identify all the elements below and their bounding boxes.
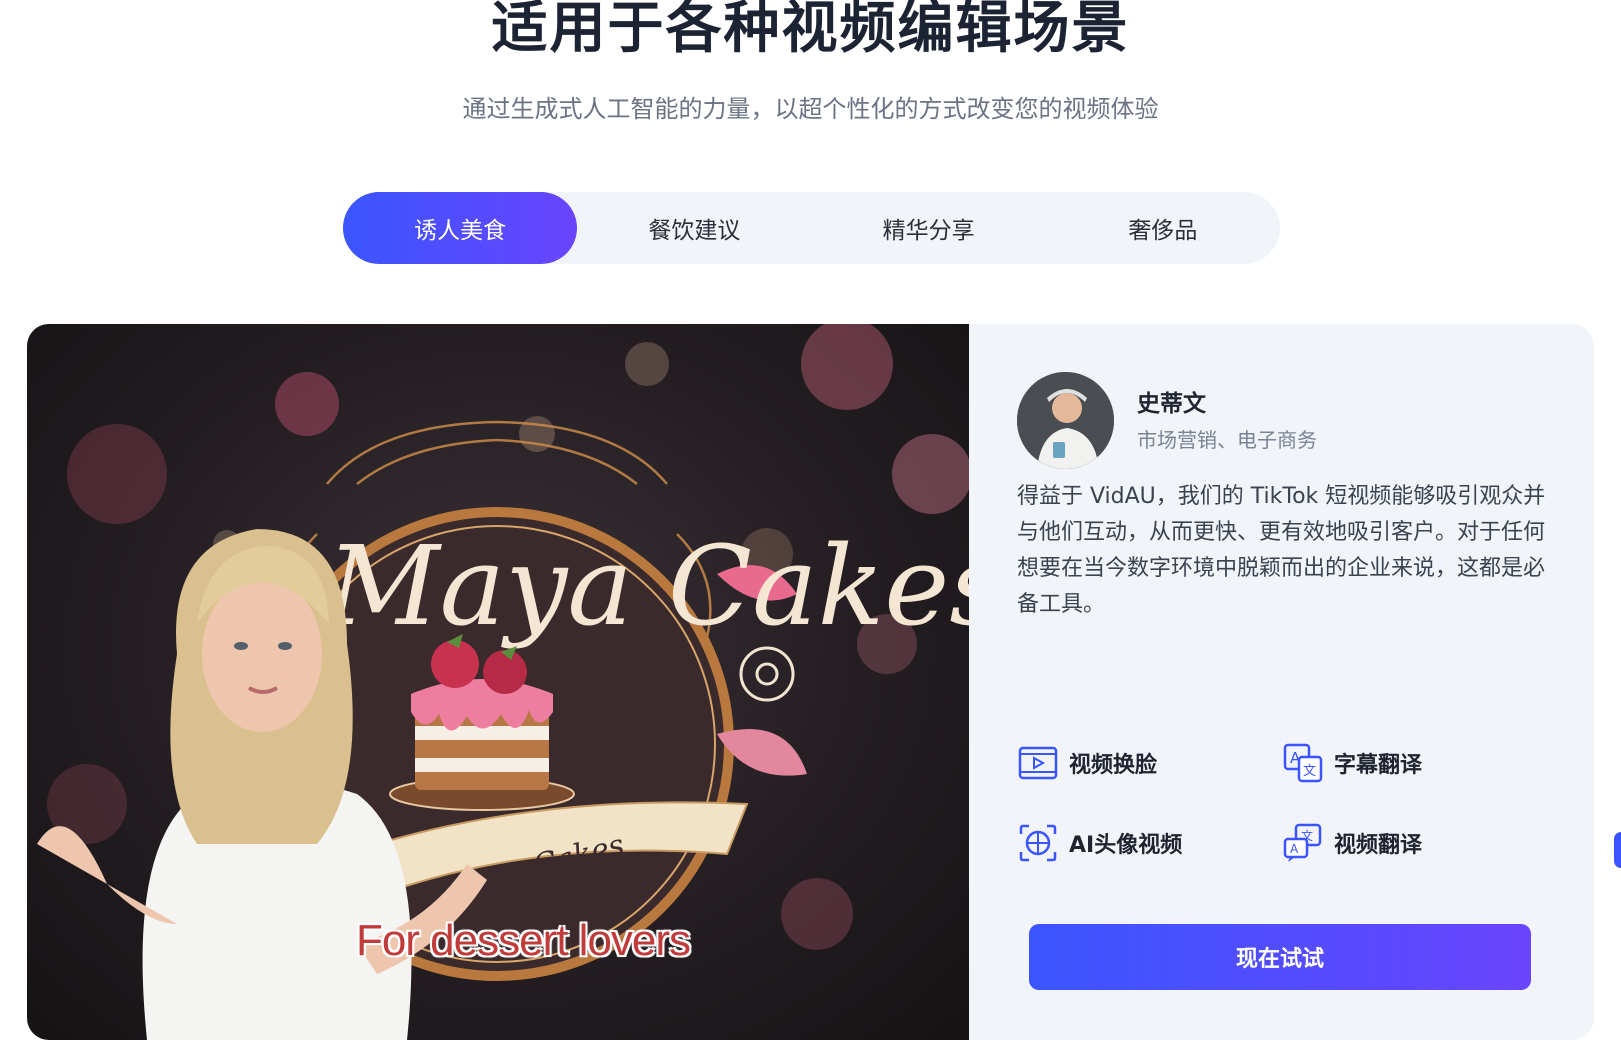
scenario-tabs: 诱人美食 餐饮建议 精华分享 奢侈品 xyxy=(343,192,1280,264)
try-now-button[interactable]: 现在试试 xyxy=(1029,924,1531,990)
logo-maya: Maya Cakes xyxy=(325,522,969,650)
svg-text:文: 文 xyxy=(1303,764,1316,779)
feature-video-translate[interactable]: 文 A 视频翻译 xyxy=(1282,822,1422,864)
carousel-next-indicator[interactable] xyxy=(1614,832,1621,868)
video-translate-icon: 文 A xyxy=(1283,823,1322,862)
author-name: 史蒂文 xyxy=(1137,391,1206,417)
subtitle-translate-icon: A 文 xyxy=(1283,743,1323,783)
video-preview[interactable]: Maya Cakes Cakes For dessert lovers xyxy=(27,324,969,1040)
feature-label: 字幕翻译 xyxy=(1334,753,1423,778)
feature-label: AI头像视频 xyxy=(1069,833,1183,858)
svg-text:A: A xyxy=(1290,842,1299,856)
page-title: 适用于各种视频编辑场景 xyxy=(491,0,1130,61)
tab-dining-advice[interactable]: 餐饮建议 xyxy=(577,192,811,264)
feature-subtitle-translate[interactable]: A 文 字幕翻译 xyxy=(1282,742,1422,784)
feature-label: 视频翻译 xyxy=(1334,833,1423,858)
feature-ai-avatar-video[interactable]: AI头像视频 xyxy=(1017,822,1182,864)
feature-video-face-swap[interactable]: 视频换脸 xyxy=(1017,742,1157,784)
tab-luxury-goods[interactable]: 奢侈品 xyxy=(1046,192,1280,264)
avatar xyxy=(1017,372,1114,469)
tab-tempting-food[interactable]: 诱人美食 xyxy=(343,192,578,264)
testimonial-quote: 得益于 VidAU，我们的 TikTok 短视频能够吸引观众并与他们互动，从而更… xyxy=(1017,484,1546,617)
tab-highlights-sharing[interactable]: 精华分享 xyxy=(812,192,1046,264)
author-role: 市场营销、电子商务 xyxy=(1137,428,1317,452)
ai-avatar-video-icon xyxy=(1019,824,1057,862)
feature-label: 视频换脸 xyxy=(1069,753,1158,778)
page-subtitle: 通过生成式人工智能的力量，以超个性化的方式改变您的视频体验 xyxy=(462,95,1159,123)
video-face-swap-icon xyxy=(1018,746,1058,780)
video-caption: For dessert lovers xyxy=(355,916,691,965)
